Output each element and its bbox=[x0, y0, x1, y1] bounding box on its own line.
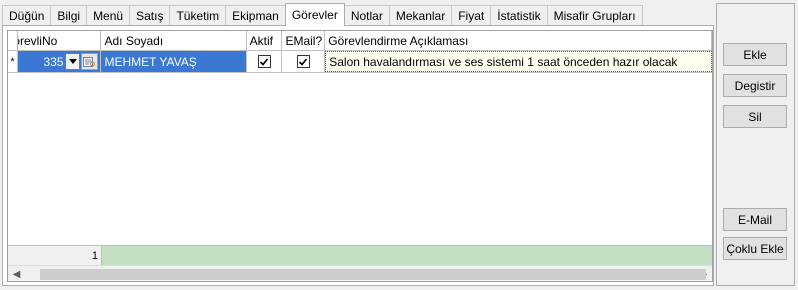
column-header-email[interactable]: EMail? bbox=[282, 31, 326, 51]
aktif-checkbox[interactable] bbox=[257, 55, 271, 68]
tab-tuketim[interactable]: Tüketim bbox=[169, 5, 227, 26]
gorevler-grid: GörevliNo Adı Soyadı Aktif EMail? Görevl… bbox=[7, 30, 713, 282]
gorevler-panel: GörevliNo Adı Soyadı Aktif EMail? Görevl… bbox=[2, 25, 714, 286]
tab-istatistik[interactable]: İstatistik bbox=[490, 5, 548, 26]
checkmark-icon bbox=[259, 57, 269, 66]
table-row[interactable]: * 335 MEHMET YAVAŞ Salon havalandırması … bbox=[8, 51, 712, 73]
scroll-left-icon[interactable]: ◀ bbox=[8, 266, 25, 282]
tab-notlar[interactable]: Notlar bbox=[343, 5, 390, 26]
tab-misafir-gruplari[interactable]: Misafir Grupları bbox=[546, 5, 643, 26]
tab-bar: Düğün Bilgi Menü Satış Tüketim Ekipman G… bbox=[2, 3, 643, 26]
email-cell[interactable] bbox=[282, 51, 326, 72]
tab-dugun[interactable]: Düğün bbox=[2, 5, 52, 26]
column-header-aciklama[interactable]: Görevlendirme Açıklaması bbox=[325, 31, 712, 51]
tab-ekipman[interactable]: Ekipman bbox=[225, 5, 286, 26]
checkmark-icon bbox=[299, 57, 308, 66]
sil-button[interactable]: Sil bbox=[723, 105, 787, 128]
tab-satis[interactable]: Satış bbox=[129, 5, 171, 26]
coklu-ekle-button[interactable]: Çoklu Ekle bbox=[723, 237, 787, 260]
dropdown-button[interactable] bbox=[65, 53, 81, 70]
gorevli-no-value: 335 bbox=[43, 54, 64, 69]
lookup-icon bbox=[83, 56, 96, 67]
scroll-track[interactable] bbox=[25, 267, 706, 282]
footer-count: 1 bbox=[18, 246, 102, 266]
horizontal-scrollbar[interactable]: ◀ ▶ bbox=[8, 265, 712, 282]
degistir-button[interactable]: Degistir bbox=[723, 74, 787, 97]
chevron-down-icon bbox=[68, 59, 77, 64]
aciklama-cell[interactable]: Salon havalandırması ve ses sistemi 1 sa… bbox=[325, 51, 712, 72]
tab-fiyat[interactable]: Fiyat bbox=[451, 5, 492, 26]
grid-header: GörevliNo Adı Soyadı Aktif EMail? Görevl… bbox=[8, 31, 712, 51]
column-header-aktif[interactable]: Aktif bbox=[247, 31, 283, 51]
tab-gorevler[interactable]: Görevler bbox=[284, 3, 345, 26]
grid-footer: 1 bbox=[8, 245, 712, 266]
adi-soyadi-cell[interactable]: MEHMET YAVAŞ bbox=[101, 51, 247, 72]
action-panel: Ekle Degistir Sil E-Mail Çoklu Ekle bbox=[716, 3, 795, 286]
email-button[interactable]: E-Mail bbox=[723, 208, 787, 231]
footer-indicator bbox=[8, 246, 18, 266]
email-checkbox[interactable] bbox=[296, 55, 310, 68]
ekle-button[interactable]: Ekle bbox=[723, 43, 787, 66]
column-header-gorevli-no[interactable]: GörevliNo bbox=[18, 31, 102, 51]
aktif-cell[interactable] bbox=[247, 51, 283, 72]
gorevli-no-cell[interactable]: 335 bbox=[17, 51, 102, 72]
column-header-adi-soyadi[interactable]: Adı Soyadı bbox=[101, 31, 247, 51]
tab-menu[interactable]: Menü bbox=[86, 5, 131, 26]
tab-mekanlar[interactable]: Mekanlar bbox=[388, 5, 453, 26]
lookup-button[interactable] bbox=[81, 53, 99, 70]
tab-bilgi[interactable]: Bilgi bbox=[50, 5, 88, 26]
scroll-thumb[interactable] bbox=[40, 268, 706, 280]
footer-summary bbox=[102, 246, 712, 266]
indicator-header bbox=[8, 31, 18, 51]
row-indicator: * bbox=[8, 51, 18, 72]
column-header-gorevli-no-label: GörevliNo bbox=[18, 34, 58, 48]
